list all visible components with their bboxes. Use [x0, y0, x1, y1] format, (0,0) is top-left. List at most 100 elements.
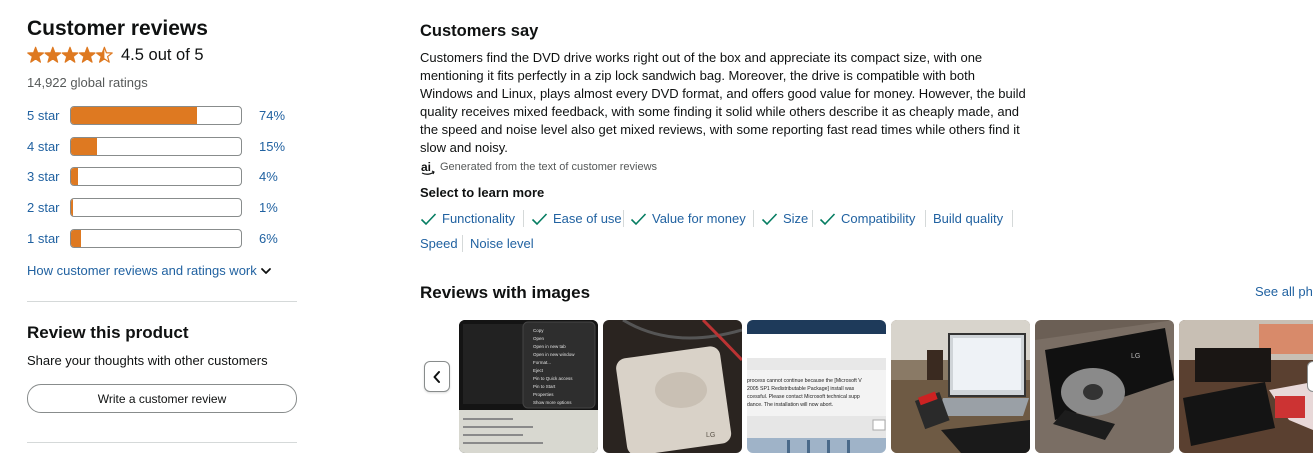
histogram-fill: [71, 107, 197, 124]
histogram-row-4-star[interactable]: 4 star 15%: [27, 137, 287, 157]
histogram-row-5-star[interactable]: 5 star 74%: [27, 106, 287, 126]
review-image-laptop-desk[interactable]: [891, 320, 1030, 453]
aspect-label[interactable]: Ease of use: [553, 210, 622, 228]
star-icon: [44, 46, 62, 63]
checkmark-icon: [819, 213, 836, 226]
aspect-separator: [812, 210, 813, 227]
global-ratings-count: 14,922 global ratings: [27, 75, 148, 90]
aspect-label[interactable]: Noise level: [470, 235, 534, 253]
review-image-context-menu[interactable]: Copy Open Open in new tab Open in new wi…: [459, 320, 598, 453]
star-icon: [78, 46, 96, 63]
histogram-row-2-star[interactable]: 2 star 1%: [27, 198, 287, 218]
lg-logo-text: LG: [706, 432, 715, 439]
histogram-bar[interactable]: [70, 229, 242, 248]
svg-text:Pin to Start: Pin to Start: [533, 384, 556, 389]
write-review-button[interactable]: Write a customer review: [27, 384, 297, 413]
aspect-chip-size[interactable]: Size: [761, 209, 808, 229]
aspect-separator: [462, 235, 463, 252]
review-product-title: Review this product: [27, 323, 189, 342]
histogram-percent[interactable]: 4%: [259, 168, 278, 186]
svg-text:Open: Open: [533, 336, 545, 341]
star-icon: [27, 46, 44, 63]
histogram-bar[interactable]: [70, 167, 242, 186]
histogram-percent[interactable]: 74%: [259, 107, 285, 125]
svg-text:Open in new tab: Open in new tab: [533, 344, 566, 349]
histogram-bar[interactable]: [70, 106, 242, 125]
svg-text:Open in new window: Open in new window: [533, 352, 575, 357]
divider: [27, 442, 297, 443]
lg-logo-text: LG: [1131, 353, 1140, 360]
svg-text:Show more options: Show more options: [533, 400, 572, 405]
review-product-subtitle: Share your thoughts with other customers: [27, 353, 268, 368]
histogram-bar[interactable]: [70, 137, 242, 156]
aspect-chip-ease-of-use[interactable]: Ease of use: [531, 209, 622, 229]
histogram-bar[interactable]: [70, 198, 242, 217]
histogram-row-1-star[interactable]: 1 star 6%: [27, 229, 287, 249]
histogram-fill: [71, 199, 73, 216]
histogram-label[interactable]: 2 star: [27, 199, 60, 217]
review-image-drive-on-table[interactable]: [1179, 320, 1313, 453]
aspect-separator: [925, 210, 926, 227]
see-all-photos-link[interactable]: See all photos: [1255, 283, 1313, 301]
histogram-label[interactable]: 3 star: [27, 168, 60, 186]
customer-reviews-title: Customer reviews: [27, 17, 208, 40]
carousel-prev-button[interactable]: [424, 361, 450, 392]
review-image-lg-drive[interactable]: LG: [603, 320, 742, 453]
checkmark-icon: [761, 213, 778, 226]
aspect-separator: [1012, 210, 1013, 227]
divider: [27, 301, 297, 302]
aspect-separator: [623, 210, 624, 227]
star-icon: [61, 46, 79, 63]
aspect-chip-value-for-money[interactable]: Value for money: [630, 209, 746, 229]
review-image-install-error[interactable]: process cannot continue because the [Mic…: [747, 320, 886, 453]
customers-say-title: Customers say: [420, 22, 539, 40]
review-image-open-tray[interactable]: LG: [1035, 320, 1174, 453]
svg-text:Copy: Copy: [533, 328, 544, 333]
svg-text:dance. The installation will n: dance. The installation will now abort.: [747, 402, 833, 408]
histogram-fill: [71, 230, 82, 247]
select-to-learn-more: Select to learn more: [420, 185, 545, 200]
aspect-chip-compatibility[interactable]: Compatibility: [819, 209, 915, 229]
aspect-label[interactable]: Compatibility: [841, 210, 915, 228]
ai-generated-note: Generated from the text of customer revi…: [440, 161, 658, 173]
chevron-down-icon[interactable]: [260, 265, 272, 277]
histogram-row-3-star[interactable]: 3 star 4%: [27, 167, 287, 187]
svg-text:Properties: Properties: [533, 392, 554, 397]
svg-text:Format...: Format...: [533, 360, 551, 365]
aspect-separator: [523, 210, 524, 227]
svg-text:ccessful. Please contact Micro: ccessful. Please contact Microsoft techn…: [747, 394, 860, 400]
aspect-chip-speed[interactable]: Speed: [420, 234, 458, 254]
histogram-percent[interactable]: 15%: [259, 138, 285, 156]
ai-icon: ai: [421, 160, 435, 175]
reviews-with-images-title: Reviews with images: [420, 283, 591, 302]
chevron-left-icon: [433, 370, 440, 383]
aspect-label[interactable]: Value for money: [652, 210, 746, 228]
histogram-label[interactable]: 4 star: [27, 138, 60, 156]
svg-text:2005 SP1 Redistributable Packa: 2005 SP1 Redistributable Package] instal…: [747, 386, 855, 392]
checkmark-icon: [630, 213, 647, 226]
histogram-percent[interactable]: 1%: [259, 199, 278, 217]
ai-badge-text: ai: [421, 160, 431, 174]
histogram-fill: [71, 168, 78, 185]
rating-stars[interactable]: [27, 45, 113, 65]
carousel-next-button[interactable]: [1307, 361, 1313, 392]
aspect-chip-build-quality[interactable]: Build quality: [933, 209, 1003, 229]
svg-text:Eject: Eject: [533, 368, 544, 373]
customers-say-summary: Customers find the DVD drive works right…: [420, 50, 1026, 155]
aspect-chip-functionality[interactable]: Functionality: [420, 209, 515, 229]
aspect-label[interactable]: Size: [783, 210, 808, 228]
histogram-percent[interactable]: 6%: [259, 230, 278, 248]
average-rating-text[interactable]: 4.5 out of 5: [121, 45, 204, 65]
svg-text:process cannot continue becaus: process cannot continue because the [Mic…: [747, 378, 862, 384]
aspect-chip-noise-level[interactable]: Noise level: [470, 234, 534, 254]
histogram-label[interactable]: 1 star: [27, 230, 60, 248]
how-ratings-work-link[interactable]: How customer reviews and ratings work: [27, 262, 257, 280]
svg-text:Pin to Quick access: Pin to Quick access: [533, 376, 573, 381]
aspect-label[interactable]: Build quality: [933, 210, 1003, 228]
aspect-separator: [753, 210, 754, 227]
histogram-label[interactable]: 5 star: [27, 107, 60, 125]
star-icon: [96, 46, 113, 63]
aspect-label[interactable]: Speed: [420, 235, 458, 253]
histogram-fill: [71, 138, 97, 155]
aspect-label[interactable]: Functionality: [442, 210, 515, 228]
